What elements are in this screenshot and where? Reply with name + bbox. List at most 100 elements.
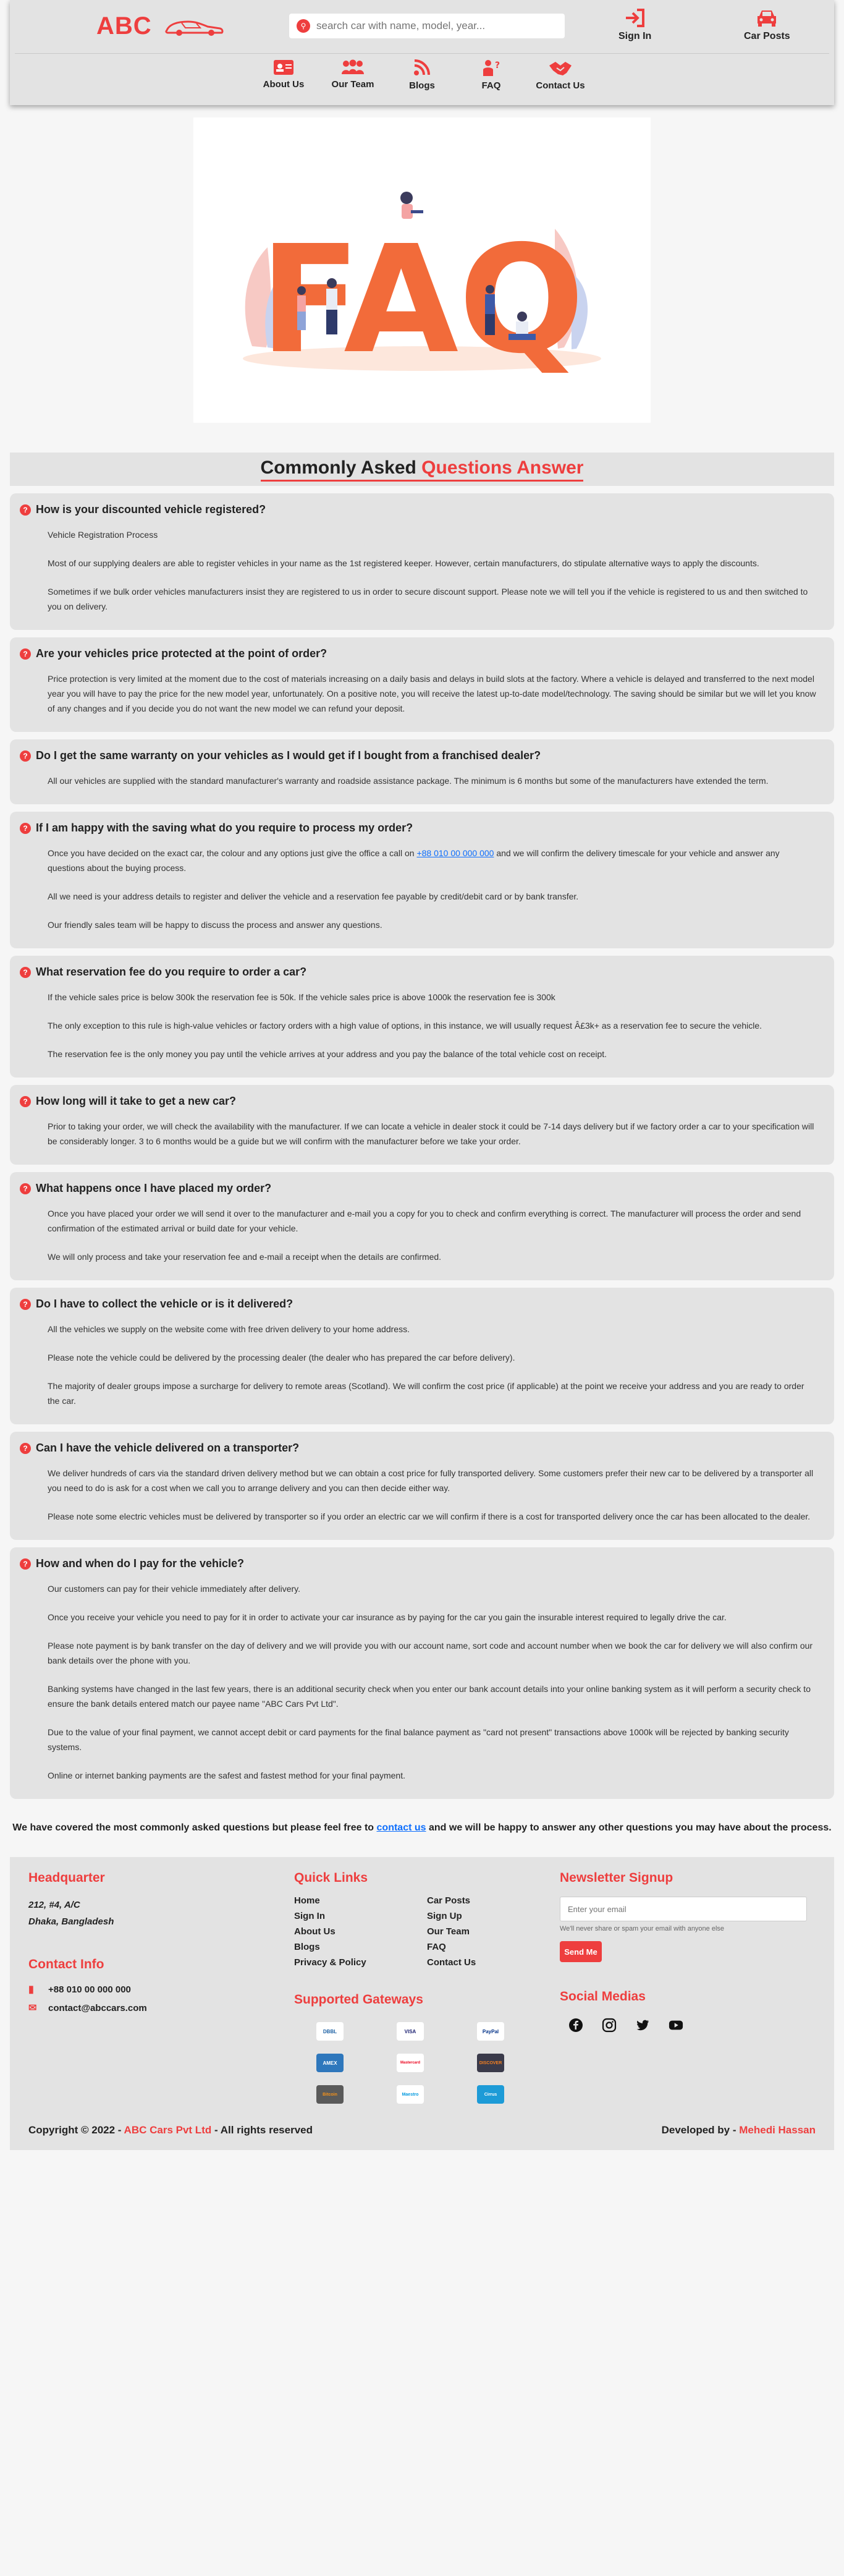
faq-answer-paragraph: The reservation fee is the only money yo… [48, 1049, 607, 1059]
send-me-button[interactable]: Send Me [560, 1941, 602, 1962]
question-icon: ? [20, 1442, 31, 1454]
phone-text: +88 010 00 000 000 [48, 1984, 131, 1995]
quick-link-blogs[interactable]: Blogs [294, 1942, 427, 1952]
quick-link-faq[interactable]: FAQ [427, 1942, 551, 1952]
search-input[interactable] [316, 20, 551, 32]
faq-answer-paragraph: All we need is your address details to r… [48, 891, 579, 901]
footer-quick-links: Quick Links Home Car Posts Sign In Sign … [294, 1871, 551, 2104]
quick-link-sign-up[interactable]: Sign Up [427, 1911, 551, 1921]
contact-info-title: Contact Info [28, 1957, 104, 1971]
developer-credit: Developed by - Mehedi Hassan [662, 2124, 816, 2136]
question-icon: ? [20, 648, 31, 660]
facebook-icon[interactable] [568, 2018, 583, 2033]
faq-question-text: How and when do I pay for the vehicle? [36, 1557, 245, 1570]
faq-question[interactable]: ? What happens once I have placed my orde… [20, 1182, 824, 1195]
faq-answer-paragraph: The only exception to this rule is high-… [48, 1021, 762, 1031]
faq-question[interactable]: ? If I am happy with the saving what do y… [20, 822, 824, 835]
faq-question[interactable]: ? How is your discounted vehicle register… [20, 503, 824, 516]
svg-text:?: ? [495, 61, 500, 70]
phone-link[interactable]: +88 010 00 000 000 [416, 848, 494, 858]
nav-blogs[interactable]: Blogs [387, 59, 457, 91]
paypal-icon: PayPal [477, 2022, 504, 2041]
faq-card: ? Do I have to collect the vehicle or is … [10, 1288, 834, 1424]
faq-question-text: Do I have to collect the vehicle or is i… [36, 1298, 293, 1310]
faq-question-text: What happens once I have placed my order… [36, 1182, 272, 1194]
instagram-icon[interactable] [602, 2018, 617, 2033]
footer-bottom-bar: Copyright © 2022 - ABC Cars Pvt Ltd - Al… [28, 2124, 816, 2136]
nav-label: Blogs [409, 80, 435, 91]
search-bar[interactable]: ⚲ [289, 14, 565, 38]
social-title: Social Medias [560, 1989, 646, 2004]
faq-card: ? Do I get the same warranty on your vehi… [10, 739, 834, 804]
quick-link-privacy[interactable]: Privacy & Policy [294, 1957, 427, 1968]
faq-card: ? If I am happy with the saving what do y… [10, 812, 834, 948]
gateways-title: Supported Gateways [294, 1992, 423, 2007]
question-icon: ? [20, 1095, 31, 1107]
footer-newsletter: Newsletter Signup We'll never share or s… [560, 1871, 807, 2033]
faq-answer-paragraph: Banking systems have changed in the last… [48, 1684, 811, 1709]
quick-link-sign-in[interactable]: Sign In [294, 1911, 427, 1921]
headquarter-title: Headquarter [28, 1871, 105, 1885]
faq-card: ? How is your discounted vehicle register… [10, 493, 834, 630]
faq-card: ? What reservation fee do you require to … [10, 956, 834, 1078]
site-header: ABC ⚲ Sign In Car Posts About Us [10, 0, 834, 105]
quick-link-contact-us[interactable]: Contact Us [427, 1957, 551, 1968]
developed-prefix: Developed by - [661, 2124, 740, 2136]
faq-list: ? How is your discounted vehicle register… [0, 493, 844, 1799]
quick-link-our-team[interactable]: Our Team [427, 1926, 551, 1937]
newsletter-note: We'll never share or spam your email wit… [560, 1925, 725, 1932]
faq-answer-paragraph: Please note some electric vehicles must … [48, 1511, 811, 1521]
copyright-prefix: Copyright © 2022 - [28, 2124, 124, 2136]
footer-email[interactable]: ✉ contact@abccars.com [28, 2002, 147, 2014]
quick-link-about-us[interactable]: About Us [294, 1926, 427, 1937]
nav-faq[interactable]: ? FAQ [457, 59, 526, 91]
quick-links-grid: Home Car Posts Sign In Sign Up About Us … [294, 1895, 551, 1968]
faq-answer-paragraph: Please note the vehicle could be deliver… [48, 1353, 515, 1362]
faq-question[interactable]: ? Can I have the vehicle delivered on a t… [20, 1442, 824, 1455]
copyright: Copyright © 2022 - ABC Cars Pvt Ltd - Al… [28, 2124, 313, 2136]
youtube-icon[interactable] [669, 2018, 683, 2033]
footer-phone[interactable]: ▮ +88 010 00 000 000 [28, 1983, 147, 1996]
faq-question[interactable]: ? Do I get the same warranty on your vehi… [20, 749, 824, 762]
signin-label: Sign In [618, 31, 652, 41]
copyright-company[interactable]: ABC Cars Pvt Ltd [124, 2124, 212, 2136]
faq-card: ? What happens once I have placed my orde… [10, 1172, 834, 1280]
faq-question[interactable]: ? Are your vehicles price protected at th… [20, 647, 824, 660]
quick-link-car-posts[interactable]: Car Posts [427, 1895, 551, 1906]
footer-headquarter: Headquarter 212, #4, A/C Dhaka, Banglade… [28, 1871, 147, 2014]
faq-section-title: Commonly Asked Questions Answer [10, 453, 834, 486]
nav-contact-us[interactable]: Contact Us [526, 59, 595, 91]
faq-question[interactable]: ? Do I have to collect the vehicle or is … [20, 1298, 824, 1311]
twitter-icon[interactable] [635, 2018, 650, 2033]
brand-logo[interactable]: ABC [96, 12, 225, 40]
logo-car-icon [165, 20, 224, 36]
faq-question[interactable]: ? What reservation fee do you require to … [20, 966, 824, 979]
faq-question[interactable]: ? How long will it take to get a new car? [20, 1095, 824, 1108]
handshake-icon [549, 62, 572, 75]
signin-link[interactable]: Sign In [618, 9, 651, 42]
faq-answer-paragraph: Once you receive your vehicle you need t… [48, 1612, 727, 1622]
team-icon [342, 59, 364, 74]
signin-icon [625, 9, 644, 27]
section-title-text: Commonly Asked Questions Answer [260, 457, 584, 482]
closing-text-before: We have covered the most commonly asked … [12, 1822, 377, 1833]
faq-answer-paragraph: Once you have placed your order we will … [48, 1209, 801, 1233]
copyright-suffix: - All rights reserved [211, 2124, 313, 2136]
nav-our-team[interactable]: Our Team [318, 59, 387, 91]
question-icon: ? [20, 504, 31, 516]
car-posts-link[interactable]: Car Posts [744, 9, 790, 42]
quick-link-home[interactable]: Home [294, 1895, 427, 1906]
faq-card: ? Can I have the vehicle delivered on a t… [10, 1432, 834, 1540]
dbbl-icon: DBBL [316, 2022, 344, 2041]
id-card-icon [274, 60, 293, 75]
faq-question[interactable]: ? How and when do I pay for the vehicle? [20, 1557, 824, 1570]
nav-about-us[interactable]: About Us [249, 59, 318, 91]
search-icon[interactable]: ⚲ [297, 19, 310, 33]
faq-answer-paragraph: Most of our supplying dealers are able t… [48, 558, 759, 568]
developer-name[interactable]: Mehedi Hassan [739, 2124, 816, 2136]
question-icon: ? [20, 1558, 31, 1570]
contact-us-link[interactable]: contact us [377, 1822, 426, 1833]
faq-card: ? How long will it take to get a new car?… [10, 1085, 834, 1165]
faq-question-text: What reservation fee do you require to o… [36, 966, 307, 978]
newsletter-email-input[interactable] [560, 1897, 807, 1921]
